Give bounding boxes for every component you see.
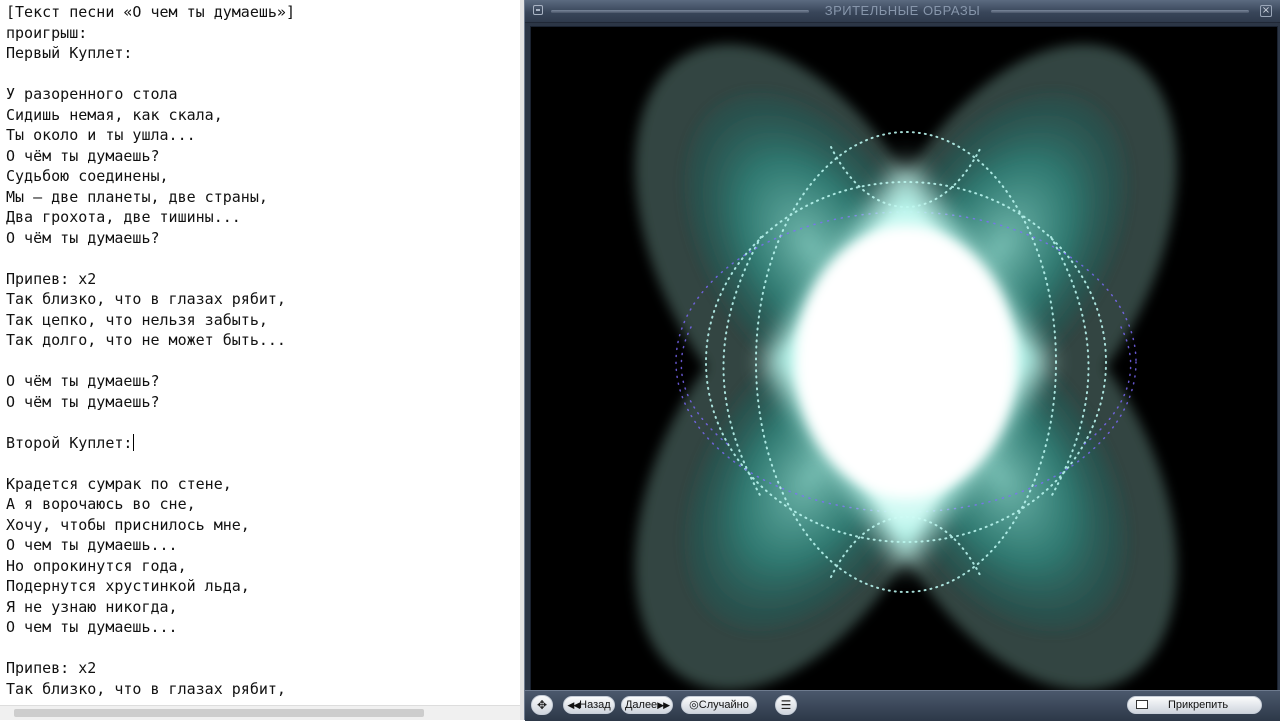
text-line: О чём ты думаешь? xyxy=(6,228,160,247)
text-line: Так долго, что не может быть... xyxy=(6,331,286,349)
text-line: Подернутся хрустинкой льда, xyxy=(6,577,250,595)
text-line: проигрыш: xyxy=(6,23,88,42)
back-button[interactable]: ◀◀Назад xyxy=(563,696,615,714)
double-left-arrow-icon: ◀◀ xyxy=(567,700,580,710)
lyrics-editor[interactable]: [Текст песни «О чем ты думаешь»] проигрыш… xyxy=(0,0,524,720)
text-line xyxy=(6,248,295,269)
text-line: Крадется сумрак по стене, xyxy=(6,474,232,493)
text-line: Сидишь немая, как скала, xyxy=(6,105,223,124)
text-caret xyxy=(133,433,135,451)
scrollbar-thumb[interactable] xyxy=(14,709,424,717)
player-control-bar: ✥ ◀◀Назад Далее▶▶ ◎Случайно ☰ Прикрепить xyxy=(525,690,1280,721)
text-line: [Текст песни «О чем ты думаешь»] xyxy=(6,3,295,21)
move-arrows-icon[interactable]: ✥ xyxy=(531,695,553,715)
text-line: Мы – две планеты, две страны, xyxy=(6,187,268,206)
lyrics-text[interactable]: [Текст песни «О чем ты думаешь»] проигрыш… xyxy=(6,2,295,699)
player-titlebar[interactable]: ЗРИТЕЛЬНЫЕ ОБРАЗЫ × xyxy=(525,0,1280,23)
text-line: О чём ты думаешь? xyxy=(6,372,160,390)
text-line: О чем ты думаешь... xyxy=(6,536,178,554)
text-line: Хочу, чтобы приснилось мне, xyxy=(6,515,250,534)
pin-button[interactable]: Прикрепить xyxy=(1127,696,1262,714)
text-line xyxy=(6,453,295,474)
text-line: А я ворочаюсь во сне, xyxy=(6,495,196,513)
text-line: О чем ты думаешь... xyxy=(6,618,178,636)
horizontal-scrollbar[interactable] xyxy=(0,705,524,720)
text-line: Так близко, что в глазах рябит, xyxy=(6,290,286,308)
text-line: Но опрокинутся года, xyxy=(6,556,187,575)
text-line: О чём ты думаешь? xyxy=(6,146,160,165)
pin-window-icon xyxy=(1136,700,1148,709)
visualization-graphic xyxy=(635,44,1177,690)
text-line xyxy=(6,638,295,659)
text-line xyxy=(6,351,295,372)
text-line: Судьбою соединены, xyxy=(6,167,169,185)
text-line: Припев: х2 xyxy=(6,269,97,288)
next-button[interactable]: Далее▶▶ xyxy=(621,696,673,714)
text-line xyxy=(6,64,295,85)
text-line: Два грохота, две тишины... xyxy=(6,208,241,226)
text-line: Так цепко, что нельзя забыть, xyxy=(6,310,268,329)
text-line: У разоренного стола xyxy=(6,85,178,103)
random-icon: ◎ xyxy=(689,699,699,711)
text-line: Первый Куплет: xyxy=(6,44,133,62)
text-line: О чём ты думаешь? xyxy=(6,392,160,411)
visualization-area xyxy=(530,26,1278,692)
text-line: Ты около и ты ушла... xyxy=(6,126,196,144)
random-button[interactable]: ◎Случайно xyxy=(681,696,757,714)
media-player-window: ЗРИТЕЛЬНЫЕ ОБРАЗЫ × ✥ ◀◀Назад Далее▶▶ ◎С… xyxy=(524,0,1280,721)
double-right-arrow-icon: ▶▶ xyxy=(657,700,670,710)
text-line: Припев: х2 xyxy=(6,659,97,677)
player-title: ЗРИТЕЛЬНЫЕ ОБРАЗЫ xyxy=(824,3,981,18)
text-line: Второй Куплет: xyxy=(6,433,135,452)
list-menu-icon[interactable]: ☰ xyxy=(775,695,797,715)
text-line: Я не узнаю никогда, xyxy=(6,597,178,616)
text-line xyxy=(6,412,295,433)
text-line: Так близко, что в глазах рябит, xyxy=(6,679,286,698)
close-icon[interactable]: × xyxy=(1260,5,1272,17)
